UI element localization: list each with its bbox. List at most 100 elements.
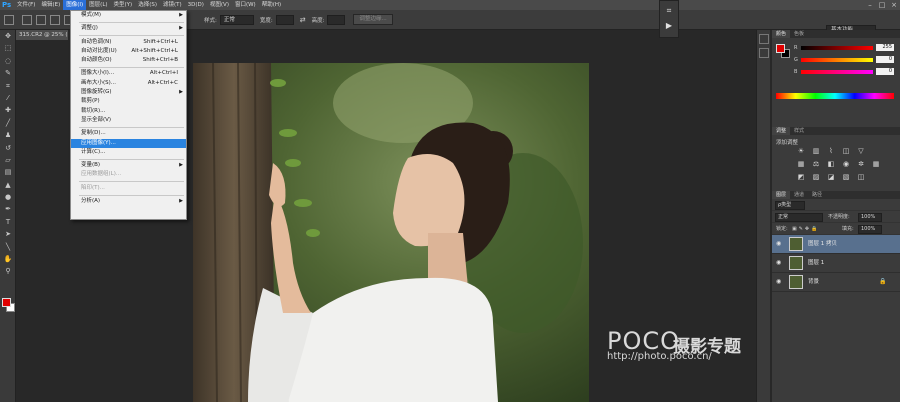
crop-icon[interactable]: ⌗	[1, 80, 15, 92]
healing-brush-icon[interactable]: ✚	[1, 104, 15, 116]
marquee-tool-icon[interactable]	[4, 14, 14, 25]
minimize-button[interactable]: –	[864, 0, 876, 10]
style-select[interactable]: 正常	[219, 14, 254, 25]
document-tab[interactable]: 315.CR2 @ 25% (图	[16, 30, 68, 40]
hue-saturation-icon[interactable]: ▦	[796, 160, 806, 169]
zoom-icon[interactable]: ⚲	[1, 265, 15, 277]
menu-item[interactable]: 编辑(E)	[38, 0, 63, 10]
tab-swatches[interactable]: 色板	[790, 30, 808, 38]
blue-slider-bar[interactable]	[801, 70, 873, 74]
menu-item[interactable]: 类型(Y)	[111, 0, 136, 10]
menu-item[interactable]: 视图(V)	[207, 0, 232, 10]
color-balance-icon[interactable]: ⚖	[811, 160, 821, 169]
actions-panel-icon[interactable]	[758, 48, 769, 58]
play-icon[interactable]: ▶	[662, 21, 676, 31]
menu-item[interactable]: 3D(D)	[185, 0, 207, 10]
history-panel-icon[interactable]	[758, 34, 769, 44]
red-slider-bar[interactable]	[801, 46, 873, 50]
clone-stamp-icon[interactable]: ♟	[1, 129, 15, 141]
gradient-icon[interactable]: ▤	[1, 166, 15, 178]
close-button[interactable]: ×	[888, 0, 900, 10]
maximize-button[interactable]: □	[876, 0, 888, 10]
history-brush-icon[interactable]: ⌗	[662, 6, 676, 16]
red-value-field[interactable]: 255	[876, 44, 894, 51]
menu-item[interactable]: 图像(I)	[63, 0, 87, 10]
eye-icon[interactable]: ◉	[776, 279, 783, 285]
image-menu-item[interactable]: 分析(A) ▶	[71, 197, 186, 206]
menu-item[interactable]: 文件(F)	[14, 0, 38, 10]
lock-icons[interactable]: ▣✎✥🔒	[792, 225, 819, 234]
new-selection-icon[interactable]	[22, 14, 32, 25]
layer-row[interactable]: ◉ 图层 1 拷贝	[772, 235, 900, 254]
refine-edge-button[interactable]: 调整边缘...	[353, 14, 393, 25]
move-tool-icon[interactable]: ✥	[1, 30, 15, 42]
brush-icon[interactable]: ╱	[1, 117, 15, 129]
green-slider[interactable]: G 0	[794, 56, 898, 64]
red-slider[interactable]: R 255	[794, 44, 898, 52]
blue-slider[interactable]: B 0	[794, 68, 898, 76]
eyedropper-icon[interactable]: ⁄	[1, 92, 15, 104]
foreground-color-swatch[interactable]	[2, 298, 11, 307]
image-menu-item[interactable]: 自动对比度(U) Alt+Shift+Ctrl+L	[71, 47, 186, 56]
tab-channels[interactable]: 通道	[790, 191, 808, 199]
marquee-icon[interactable]: ⬚	[1, 42, 15, 54]
black-white-icon[interactable]: ◧	[826, 160, 836, 169]
pen-icon[interactable]: ✒	[1, 203, 15, 215]
image-menu-item[interactable]: 图像大小(I)... Alt+Ctrl+I	[71, 69, 186, 78]
dodge-icon[interactable]: ●	[1, 191, 15, 203]
lasso-icon[interactable]: ◌	[1, 55, 15, 67]
quick-select-icon[interactable]: ✎	[1, 67, 15, 79]
menu-item[interactable]: 选择(S)	[135, 0, 160, 10]
image-menu-item[interactable]: 自动颜色(O) Shift+Ctrl+B	[71, 56, 186, 65]
tab-paths[interactable]: 路径	[808, 191, 826, 199]
invert-icon[interactable]: ◩	[796, 173, 806, 182]
subtract-selection-icon[interactable]	[50, 14, 60, 25]
fill-field[interactable]: 100%	[858, 225, 882, 234]
green-slider-bar[interactable]	[801, 58, 873, 62]
selective-color-icon[interactable]: ◫	[856, 173, 866, 182]
blur-icon[interactable]: ▲	[1, 179, 15, 191]
eye-icon[interactable]: ◉	[776, 260, 783, 266]
layer-row[interactable]: ◉ 背景 🔒	[772, 273, 900, 292]
image-menu-item[interactable]: 画布大小(S)... Alt+Ctrl+C	[71, 79, 186, 88]
menu-item[interactable]: 滤镜(T)	[160, 0, 185, 10]
image-menu-item[interactable]: 模式(M) ▶	[71, 11, 186, 20]
tab-layers[interactable]: 图层	[772, 191, 791, 199]
photo-filter-icon[interactable]: ◉	[841, 160, 851, 169]
tab-adjustments[interactable]: 调整	[772, 127, 791, 135]
menu-item[interactable]: 窗口(W)	[232, 0, 259, 10]
brightness-icon[interactable]: ☀	[796, 147, 806, 156]
menu-item[interactable]: 图层(L)	[86, 0, 110, 10]
layer-row[interactable]: ◉ 图层 1	[772, 254, 900, 273]
swap-icon[interactable]: ⇄	[300, 16, 306, 24]
image-menu-item[interactable]: 复制(D)...	[71, 129, 186, 138]
image-menu-item[interactable]: 变量(B) ▶	[71, 161, 186, 170]
image-menu-item[interactable]: 应用图像(Y)...	[71, 138, 186, 148]
image-menu-item[interactable]: 显示全部(V)	[71, 116, 186, 125]
image-menu-item[interactable]: 计算(C)...	[71, 148, 186, 157]
photo-canvas[interactable]	[193, 63, 589, 402]
image-menu-item[interactable]: 自动色调(N) Shift+Ctrl+L	[71, 38, 186, 47]
blend-mode-select[interactable]: 正常	[775, 213, 823, 222]
image-menu-item[interactable]: 裁切(R)...	[71, 107, 186, 116]
threshold-icon[interactable]: ◪	[826, 173, 836, 182]
eraser-icon[interactable]: ▱	[1, 154, 15, 166]
vibrance-icon[interactable]: ▽	[856, 147, 866, 156]
layer-filter-select[interactable]: ρ类型	[775, 201, 805, 210]
blue-value-field[interactable]: 0	[876, 68, 894, 75]
channel-mixer-icon[interactable]: ✲	[856, 160, 866, 169]
type-icon[interactable]: T	[1, 216, 15, 228]
levels-icon[interactable]: ▥	[811, 147, 821, 156]
width-field[interactable]	[275, 14, 294, 25]
height-field[interactable]	[327, 14, 346, 25]
green-value-field[interactable]: 0	[876, 56, 894, 63]
history-brush-icon[interactable]: ↺	[1, 142, 15, 154]
image-menu-item[interactable]: 图像旋转(G) ▶	[71, 88, 186, 97]
opacity-field[interactable]: 100%	[858, 213, 882, 222]
add-selection-icon[interactable]	[36, 14, 46, 25]
path-select-icon[interactable]: ➤	[1, 228, 15, 240]
exposure-icon[interactable]: ◫	[841, 147, 851, 156]
tab-color[interactable]: 颜色	[772, 30, 791, 38]
tab-styles[interactable]: 样式	[790, 127, 808, 135]
posterize-icon[interactable]: ▨	[811, 173, 821, 182]
